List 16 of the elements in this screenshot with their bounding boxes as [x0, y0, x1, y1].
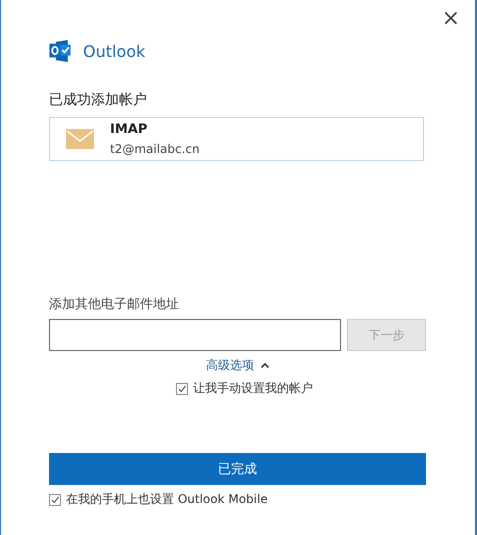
account-type: IMAP — [110, 122, 148, 137]
checkbox-label: 在我的手机上也设置 Outlook Mobile — [66, 491, 268, 508]
field-label: 添加其他电子邮件地址 — [49, 296, 180, 313]
caret-icon — [261, 363, 269, 368]
advanced-options-link[interactable]: 高级选项 — [204, 356, 271, 375]
outlook-logo-icon — [49, 40, 71, 62]
done-button[interactable]: 已完成 — [49, 453, 426, 485]
brand-name: Outlook — [83, 42, 146, 60]
checkbox[interactable] — [176, 382, 188, 394]
checkbox-label: 让我手动设置我的帐户 — [193, 380, 313, 397]
checkbox[interactable] — [49, 494, 61, 506]
success-heading: 已成功添加帐户 — [49, 91, 148, 109]
envelope-icon — [66, 129, 94, 149]
account-email: t2@mailabc.cn — [110, 142, 200, 156]
close-button[interactable]: × — [438, 5, 464, 33]
email-field[interactable] — [49, 319, 341, 351]
